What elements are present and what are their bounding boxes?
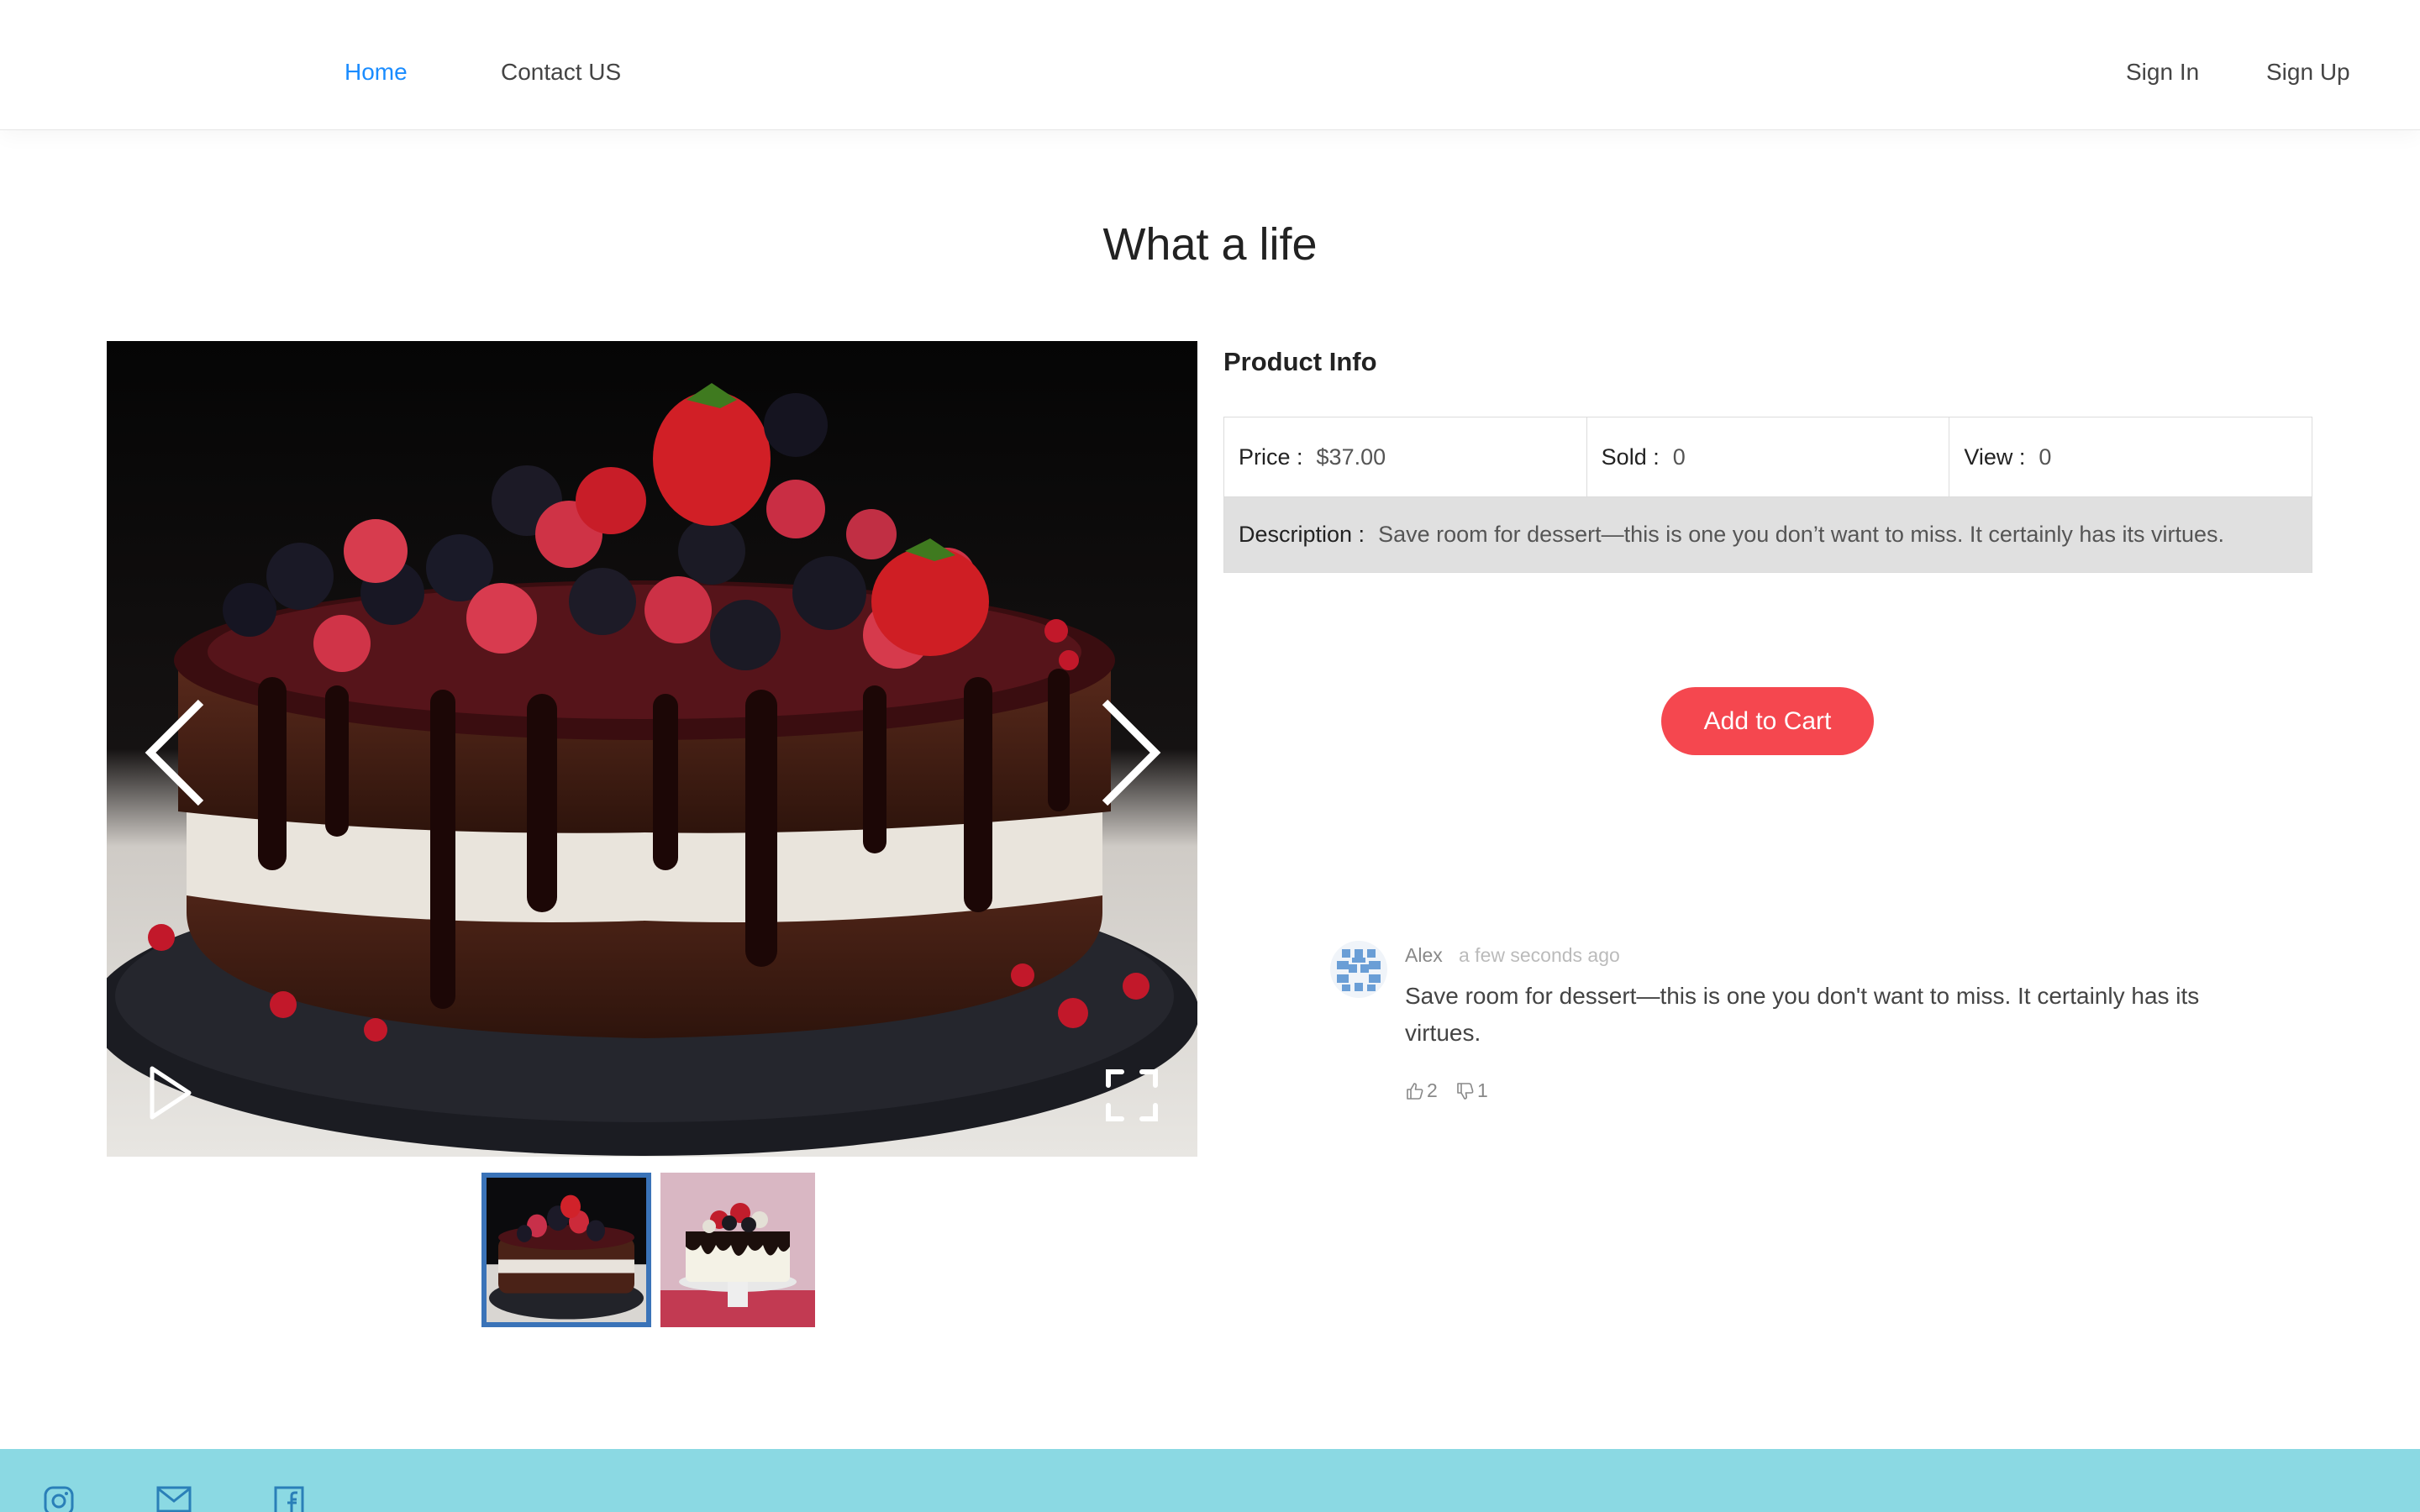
footer: [0, 1449, 2420, 1512]
comment-text: Save room for dessert—this is one you do…: [1405, 983, 2200, 1046]
product-info-title: Product Info: [1223, 347, 1377, 376]
avatar-identicon: [1330, 941, 1387, 998]
carousel-next-arrow[interactable]: [1097, 694, 1164, 811]
thumbnail-cake-1[interactable]: [481, 1173, 651, 1327]
price-cell: Price : $37.00: [1224, 417, 1587, 496]
page-title: What a life: [1102, 219, 1318, 270]
product-info-table: Price : $37.00 Sold : 0 View : 0 Descrip…: [1223, 417, 2312, 573]
price-label: Price :: [1239, 444, 1303, 470]
product-stats-row: Price : $37.00 Sold : 0 View : 0: [1224, 417, 2312, 496]
like-count: 2: [1427, 1079, 1438, 1101]
sign-up-link[interactable]: Sign Up: [2266, 55, 2350, 89]
thumbnail-cake-2[interactable]: [660, 1173, 815, 1327]
dislike-count: 1: [1477, 1079, 1488, 1101]
view-cell: View : 0: [1949, 417, 2312, 496]
play-icon[interactable]: [147, 1065, 194, 1121]
thumbs-up-icon: [1407, 1082, 1423, 1100]
product-image: [107, 341, 1197, 1157]
add-to-cart-button[interactable]: Add to Cart: [1661, 687, 1874, 755]
facebook-icon[interactable]: [274, 1486, 304, 1512]
price-value: $37.00: [1316, 444, 1386, 470]
thumbnail-image: [660, 1173, 815, 1327]
description-value: Save room for dessert—this is one you do…: [1378, 522, 2224, 547]
nav-contact-link[interactable]: Contact US: [501, 55, 621, 89]
view-label: View :: [1964, 444, 2026, 470]
dislike-button[interactable]: 1: [1455, 1079, 1488, 1102]
instagram-icon[interactable]: [44, 1486, 74, 1512]
nav-home-link[interactable]: Home: [345, 55, 408, 89]
top-navbar: Home Contact US Sign In Sign Up: [0, 0, 2420, 130]
like-button[interactable]: 2: [1405, 1079, 1438, 1102]
sold-value: 0: [1672, 444, 1686, 470]
thumbs-down-icon: [1457, 1082, 1474, 1100]
fullscreen-icon[interactable]: [1105, 1068, 1159, 1122]
comment-author[interactable]: Alex: [1405, 944, 1443, 967]
sold-label: Sold :: [1601, 444, 1660, 470]
sold-cell: Sold : 0: [1587, 417, 1950, 496]
sign-in-link[interactable]: Sign In: [2126, 55, 2199, 89]
mail-icon[interactable]: [156, 1486, 192, 1512]
carousel-prev-arrow[interactable]: [142, 694, 209, 811]
thumbnail-image: [487, 1178, 646, 1322]
comment-timestamp: a few seconds ago: [1459, 944, 1620, 966]
description-label: Description :: [1239, 522, 1365, 547]
avatar[interactable]: [1330, 941, 1387, 998]
product-image-carousel[interactable]: [107, 341, 1197, 1157]
description-row: Description : Save room for dessert—this…: [1224, 496, 2312, 572]
view-value: 0: [2039, 444, 2052, 470]
